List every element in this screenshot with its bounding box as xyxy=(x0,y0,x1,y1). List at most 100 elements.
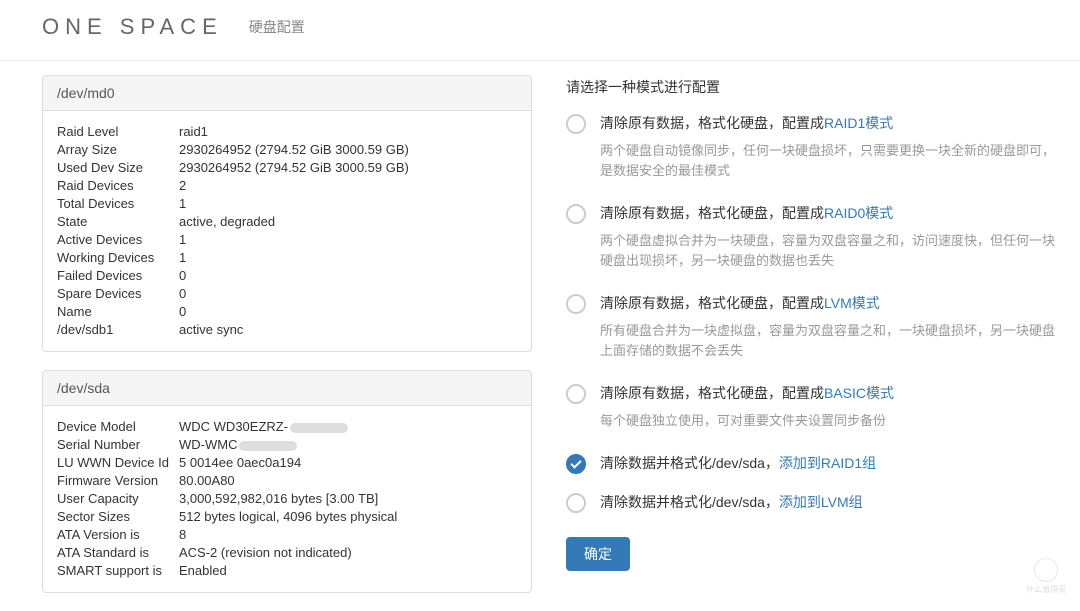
kv-row: Serial NumberWD-WMC xyxy=(57,436,517,454)
option-body: 清除原有数据，格式化硬盘，配置成RAID0模式两个硬盘虚拟合并为一块硬盘，容量为… xyxy=(600,203,1060,271)
panel-header: /dev/sda xyxy=(43,371,531,406)
config-option[interactable]: 清除原有数据，格式化硬盘，配置成RAID0模式两个硬盘虚拟合并为一块硬盘，容量为… xyxy=(566,203,1060,271)
option-title-accent: 添加到LVM组 xyxy=(779,494,863,510)
option-title: 清除原有数据，格式化硬盘，配置成LVM模式 xyxy=(600,293,1060,313)
option-title-accent: 添加到RAID1组 xyxy=(779,455,876,471)
kv-key: Array Size xyxy=(57,141,179,159)
kv-val: Enabled xyxy=(179,562,517,580)
option-title: 清除数据并格式化/dev/sda，添加到RAID1组 xyxy=(600,453,1060,473)
panel-body: Raid Levelraid1Array Size2930264952 (279… xyxy=(43,111,531,351)
kv-val: 1 xyxy=(179,195,517,213)
option-title: 清除原有数据，格式化硬盘，配置成RAID1模式 xyxy=(600,113,1060,133)
kv-val: 0 xyxy=(179,303,517,321)
option-title-text: 清除数据并格式化/dev/sda， xyxy=(600,494,779,510)
right-column: 请选择一种模式进行配置 清除原有数据，格式化硬盘，配置成RAID1模式两个硬盘自… xyxy=(566,75,1060,611)
kv-val: 512 bytes logical, 4096 bytes physical xyxy=(179,508,517,526)
redacted-smudge xyxy=(239,441,297,451)
kv-val: active sync xyxy=(179,321,517,339)
radio-icon[interactable] xyxy=(566,294,586,314)
kv-key: Active Devices xyxy=(57,231,179,249)
kv-key: State xyxy=(57,213,179,231)
kv-row: Firmware Version80.00A80 xyxy=(57,472,517,490)
kv-val: 1 xyxy=(179,249,517,267)
option-desc: 每个硬盘独立使用，可对重要文件夹设置同步备份 xyxy=(600,411,1060,431)
kv-row: Working Devices1 xyxy=(57,249,517,267)
mode-prompt: 请选择一种模式进行配置 xyxy=(566,77,1060,113)
kv-key: Spare Devices xyxy=(57,285,179,303)
kv-val: 80.00A80 xyxy=(179,472,517,490)
info-panel: /dev/md0Raid Levelraid1Array Size2930264… xyxy=(42,75,532,352)
option-title-text: 清除原有数据，格式化硬盘，配置成 xyxy=(600,295,824,311)
kv-val: 1 xyxy=(179,231,517,249)
option-title-accent: RAID1模式 xyxy=(824,115,893,131)
confirm-button[interactable]: 确定 xyxy=(566,537,630,571)
option-body: 清除数据并格式化/dev/sda，添加到LVM组 xyxy=(600,492,1060,512)
kv-row: Device ModelWDC WD30EZRZ- xyxy=(57,418,517,436)
radio-icon[interactable] xyxy=(566,384,586,404)
config-option[interactable]: 清除数据并格式化/dev/sda，添加到LVM组 xyxy=(566,492,1060,513)
radio-icon[interactable] xyxy=(566,114,586,134)
kv-row: SMART support isEnabled xyxy=(57,562,517,580)
kv-row: Raid Devices2 xyxy=(57,177,517,195)
radio-icon[interactable] xyxy=(566,493,586,513)
option-title: 清除原有数据，格式化硬盘，配置成RAID0模式 xyxy=(600,203,1060,223)
kv-key: Failed Devices xyxy=(57,267,179,285)
config-option[interactable]: 清除原有数据，格式化硬盘，配置成RAID1模式两个硬盘自动镜像同步，任何一块硬盘… xyxy=(566,113,1060,181)
kv-val: 3,000,592,982,016 bytes [3.00 TB] xyxy=(179,490,517,508)
config-option[interactable]: 清除数据并格式化/dev/sda，添加到RAID1组 xyxy=(566,453,1060,474)
page-subtitle: 硬盘配置 xyxy=(249,17,305,37)
kv-row: Sector Sizes512 bytes logical, 4096 byte… xyxy=(57,508,517,526)
option-title-accent: BASIC模式 xyxy=(824,385,894,401)
option-title-accent: LVM模式 xyxy=(824,295,880,311)
kv-row: Array Size2930264952 (2794.52 GiB 3000.5… xyxy=(57,141,517,159)
kv-key: /dev/sdb1 xyxy=(57,321,179,339)
option-body: 清除原有数据，格式化硬盘，配置成RAID1模式两个硬盘自动镜像同步，任何一块硬盘… xyxy=(600,113,1060,181)
kv-val: 0 xyxy=(179,285,517,303)
kv-val: 5 0014ee 0aec0a194 xyxy=(179,454,517,472)
kv-key: Firmware Version xyxy=(57,472,179,490)
option-title-text: 清除数据并格式化/dev/sda， xyxy=(600,455,779,471)
kv-val: 8 xyxy=(179,526,517,544)
kv-key: ATA Standard is xyxy=(57,544,179,562)
kv-val: 2 xyxy=(179,177,517,195)
kv-row: ATA Version is8 xyxy=(57,526,517,544)
option-title-text: 清除原有数据，格式化硬盘，配置成 xyxy=(600,115,824,131)
kv-val: active, degraded xyxy=(179,213,517,231)
kv-key: LU WWN Device Id xyxy=(57,454,179,472)
kv-row: Spare Devices0 xyxy=(57,285,517,303)
kv-key: Working Devices xyxy=(57,249,179,267)
kv-key: SMART support is xyxy=(57,562,179,580)
panel-header: /dev/md0 xyxy=(43,76,531,111)
kv-key: Total Devices xyxy=(57,195,179,213)
option-desc: 两个硬盘虚拟合并为一块硬盘，容量为双盘容量之和，访问速度快，但任何一块硬盘出现损… xyxy=(600,231,1060,271)
kv-key: Device Model xyxy=(57,418,179,436)
kv-key: Serial Number xyxy=(57,436,179,454)
kv-row: LU WWN Device Id5 0014ee 0aec0a194 xyxy=(57,454,517,472)
kv-key: Name xyxy=(57,303,179,321)
option-desc: 两个硬盘自动镜像同步，任何一块硬盘损坏，只需要更换一块全新的硬盘即可，是数据安全… xyxy=(600,141,1060,181)
kv-val: 0 xyxy=(179,267,517,285)
kv-val: WD-WMC xyxy=(179,436,517,454)
kv-row: Name0 xyxy=(57,303,517,321)
option-title-text: 清除原有数据，格式化硬盘，配置成 xyxy=(600,385,824,401)
kv-key: Raid Level xyxy=(57,123,179,141)
left-column: /dev/md0Raid Levelraid1Array Size2930264… xyxy=(42,75,532,611)
brand-logo: ONE SPACE xyxy=(42,14,223,40)
config-option[interactable]: 清除原有数据，格式化硬盘，配置成BASIC模式每个硬盘独立使用，可对重要文件夹设… xyxy=(566,383,1060,431)
radio-icon[interactable] xyxy=(566,454,586,474)
option-title-text: 清除原有数据，格式化硬盘，配置成 xyxy=(600,205,824,221)
kv-val: ACS-2 (revision not indicated) xyxy=(179,544,517,562)
kv-key: Sector Sizes xyxy=(57,508,179,526)
kv-row: Stateactive, degraded xyxy=(57,213,517,231)
kv-val: 2930264952 (2794.52 GiB 3000.59 GB) xyxy=(179,159,517,177)
panel-body: Device ModelWDC WD30EZRZ-Serial NumberWD… xyxy=(43,406,531,592)
kv-key: User Capacity xyxy=(57,490,179,508)
option-title: 清除原有数据，格式化硬盘，配置成BASIC模式 xyxy=(600,383,1060,403)
kv-key: Raid Devices xyxy=(57,177,179,195)
kv-key: ATA Version is xyxy=(57,526,179,544)
config-option[interactable]: 清除原有数据，格式化硬盘，配置成LVM模式所有硬盘合并为一块虚拟盘，容量为双盘容… xyxy=(566,293,1060,361)
kv-row: User Capacity3,000,592,982,016 bytes [3.… xyxy=(57,490,517,508)
radio-icon[interactable] xyxy=(566,204,586,224)
kv-row: /dev/sdb1active sync xyxy=(57,321,517,339)
kv-row: ATA Standard isACS-2 (revision not indic… xyxy=(57,544,517,562)
